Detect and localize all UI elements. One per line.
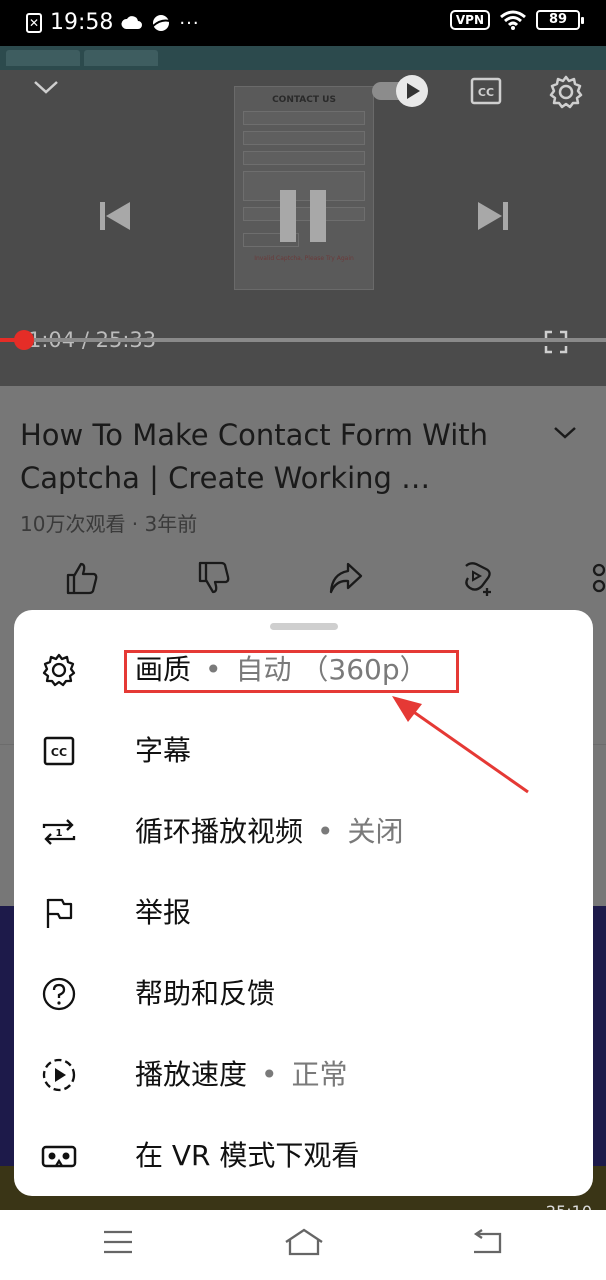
video-frame-error: Invalid Captcha, Please Try Again [254, 255, 354, 262]
pause-icon[interactable] [278, 188, 328, 244]
remix-icon[interactable] [458, 560, 496, 598]
notification-x-icon: ✕ [26, 13, 42, 33]
previous-icon[interactable] [98, 200, 132, 232]
next-icon[interactable] [476, 200, 510, 232]
menu-label-speed: 播放速度 [135, 1058, 248, 1091]
home-icon[interactable] [284, 1228, 324, 1258]
video-actions [0, 560, 606, 606]
menu-label-vr: 在 VR 模式下观看 [135, 1139, 360, 1172]
help-icon [42, 977, 76, 1011]
gear-icon [42, 653, 76, 687]
clip-icon[interactable] [590, 560, 606, 596]
status-bar: ✕ 19:58 ··· VPN 89 [0, 0, 606, 46]
flag-icon [46, 898, 73, 928]
system-nav-bar [0, 1210, 606, 1280]
more-notifications-icon: ··· [179, 12, 200, 34]
progress-scrubber[interactable] [14, 330, 34, 350]
captions-icon: CC [43, 736, 75, 766]
cloud-icon [121, 16, 143, 29]
vpn-badge: VPN [449, 10, 490, 30]
svg-text:CC: CC [51, 746, 67, 759]
status-time: 19:58 [50, 10, 114, 35]
menu-label-captions: 字幕 [135, 734, 192, 767]
like-icon[interactable] [64, 560, 100, 596]
video-player[interactable]: CONTACT US Invalid Captcha, Please Try A… [0, 46, 606, 386]
fullscreen-icon[interactable] [544, 330, 568, 354]
autoplay-toggle[interactable] [370, 74, 434, 108]
expand-description-icon[interactable] [552, 424, 578, 442]
menu-label-help: 帮助和反馈 [135, 977, 276, 1010]
view-count: 10万次观看 [20, 512, 126, 536]
menu-label-loop: 循环播放视频 [135, 815, 304, 848]
svg-text:CC: CC [478, 86, 494, 99]
video-frame-title: CONTACT US [272, 95, 336, 105]
svg-text:1: 1 [56, 828, 63, 839]
wifi-icon [500, 10, 526, 30]
menu-item-report[interactable]: 举报 [14, 872, 593, 953]
planet-icon [152, 15, 170, 31]
video-meta: 10万次观看 · 3年前 [20, 512, 198, 536]
speed-value: 正常 [291, 1058, 348, 1091]
back-icon[interactable] [472, 1228, 504, 1256]
menu-item-vr[interactable]: 在 VR 模式下观看 [14, 1115, 593, 1196]
settings-gear-icon[interactable] [548, 74, 584, 110]
dislike-icon[interactable] [196, 560, 232, 596]
menu-item-speed[interactable]: 播放速度 • 正常 [14, 1034, 593, 1115]
battery-indicator: 89 [536, 10, 584, 30]
vr-headset-icon [41, 1145, 77, 1168]
annotation-arrow [392, 696, 529, 794]
loop-value: 关闭 [347, 815, 404, 848]
video-title: How To Make Contact Form With Captcha | … [20, 418, 489, 495]
menu-label-report: 举报 [135, 896, 192, 929]
upload-age: 3年前 [144, 512, 198, 536]
loop-icon: 1 [42, 819, 76, 845]
share-icon[interactable] [328, 560, 364, 596]
menu-item-help[interactable]: 帮助和反馈 [14, 953, 593, 1034]
menu-item-loop[interactable]: 1 循环播放视频 • 关闭 [14, 791, 593, 872]
collapse-chevron-icon[interactable] [32, 78, 60, 96]
progress-bar[interactable] [0, 338, 606, 342]
playback-speed-icon [42, 1058, 76, 1092]
menu-icon[interactable] [102, 1228, 134, 1256]
video-frame-browser-bar [0, 46, 606, 70]
captions-icon[interactable]: CC [470, 76, 502, 106]
